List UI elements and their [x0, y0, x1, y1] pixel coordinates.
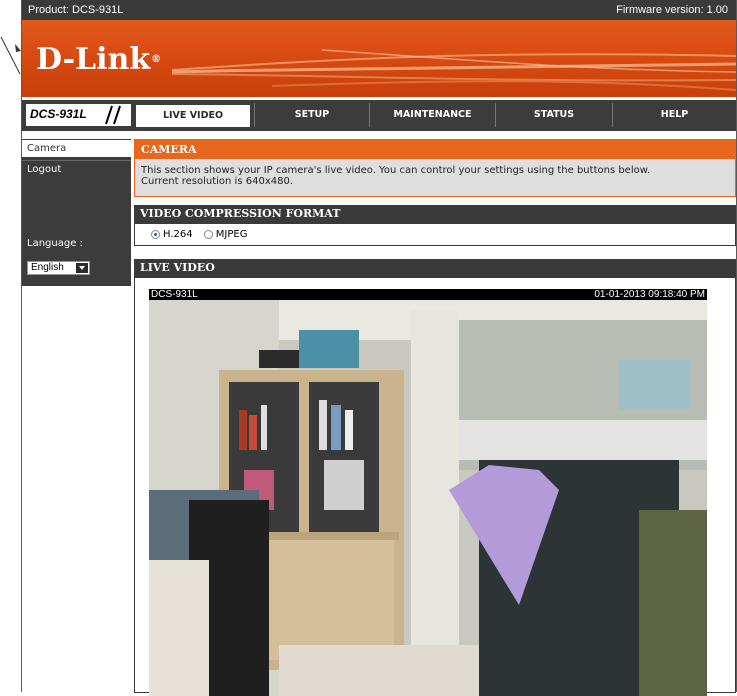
description-line-2: Current resolution is 640x480. — [141, 176, 293, 187]
live-video-section-title: LIVE VIDEO — [134, 259, 736, 277]
radio-selected-icon[interactable] — [151, 230, 160, 239]
video-camera-name: DCS-931L — [151, 289, 198, 300]
video-overlay-bar: DCS-931L 01-01-2013 09:18:40 PM — [149, 289, 707, 300]
radio-mjpeg[interactable]: MJPEG — [203, 229, 248, 240]
dlink-logo: D-Link® — [36, 42, 162, 77]
tab-status[interactable]: STATUS — [495, 103, 612, 127]
sidebar-item-camera[interactable]: Camera — [22, 140, 131, 157]
top-info-bar: Product: DCS-931L Firmware version: 1.00 — [22, 0, 736, 20]
language-select[interactable]: English — [27, 261, 90, 275]
tab-help[interactable]: HELP — [612, 103, 736, 127]
firmware-version: Firmware version: 1.00 — [616, 4, 728, 16]
radio-mjpeg-label: MJPEG — [215, 229, 248, 240]
camera-web-page: Product: DCS-931L Firmware version: 1.00… — [21, 0, 737, 696]
model-badge: DCS-931L — [26, 104, 131, 126]
model-label: DCS-931L — [30, 107, 87, 121]
camera-section-description: This section shows your IP camera's live… — [135, 159, 735, 187]
radio-h264-label: H.264 — [163, 229, 193, 240]
compression-section-title: VIDEO COMPRESSION FORMAT — [134, 205, 736, 223]
description-line-1: This section shows your IP camera's live… — [141, 165, 651, 176]
camera-info-section: CAMERA This section shows your IP camera… — [134, 139, 736, 197]
live-video-stream[interactable]: DCS-931L 01-01-2013 09:18:40 PM — [149, 289, 707, 696]
slash-decoration-icon — [105, 105, 121, 125]
language-label: Language : — [27, 238, 83, 249]
sidebar: Camera Logout Language : English — [22, 139, 131, 286]
brand-banner: D-Link® — [22, 20, 736, 97]
radio-unselected-icon[interactable] — [203, 230, 213, 239]
main-navigation: DCS-931L LIVE VIDEO SETUP MAINTENANCE ST… — [22, 100, 736, 131]
tab-live-video[interactable]: LIVE VIDEO — [136, 105, 250, 127]
video-frame-image — [149, 300, 707, 696]
tab-maintenance[interactable]: MAINTENANCE — [369, 103, 495, 127]
product-label: Product: DCS-931L — [28, 4, 124, 16]
radio-h264[interactable]: H.264 — [151, 229, 193, 240]
tab-setup[interactable]: SETUP — [254, 103, 369, 127]
language-select-value: English — [31, 262, 64, 273]
live-video-panel: DCS-931L 01-01-2013 09:18:40 PM — [134, 277, 736, 696]
camera-section-title: CAMERA — [135, 140, 735, 159]
sidebar-item-logout[interactable]: Logout — [22, 160, 131, 177]
compression-options: H.264 MJPEG — [134, 223, 736, 246]
video-timestamp: 01-01-2013 09:18:40 PM — [594, 289, 705, 300]
chevron-down-icon[interactable] — [76, 263, 88, 273]
pointer-arrow-icon — [0, 36, 21, 75]
